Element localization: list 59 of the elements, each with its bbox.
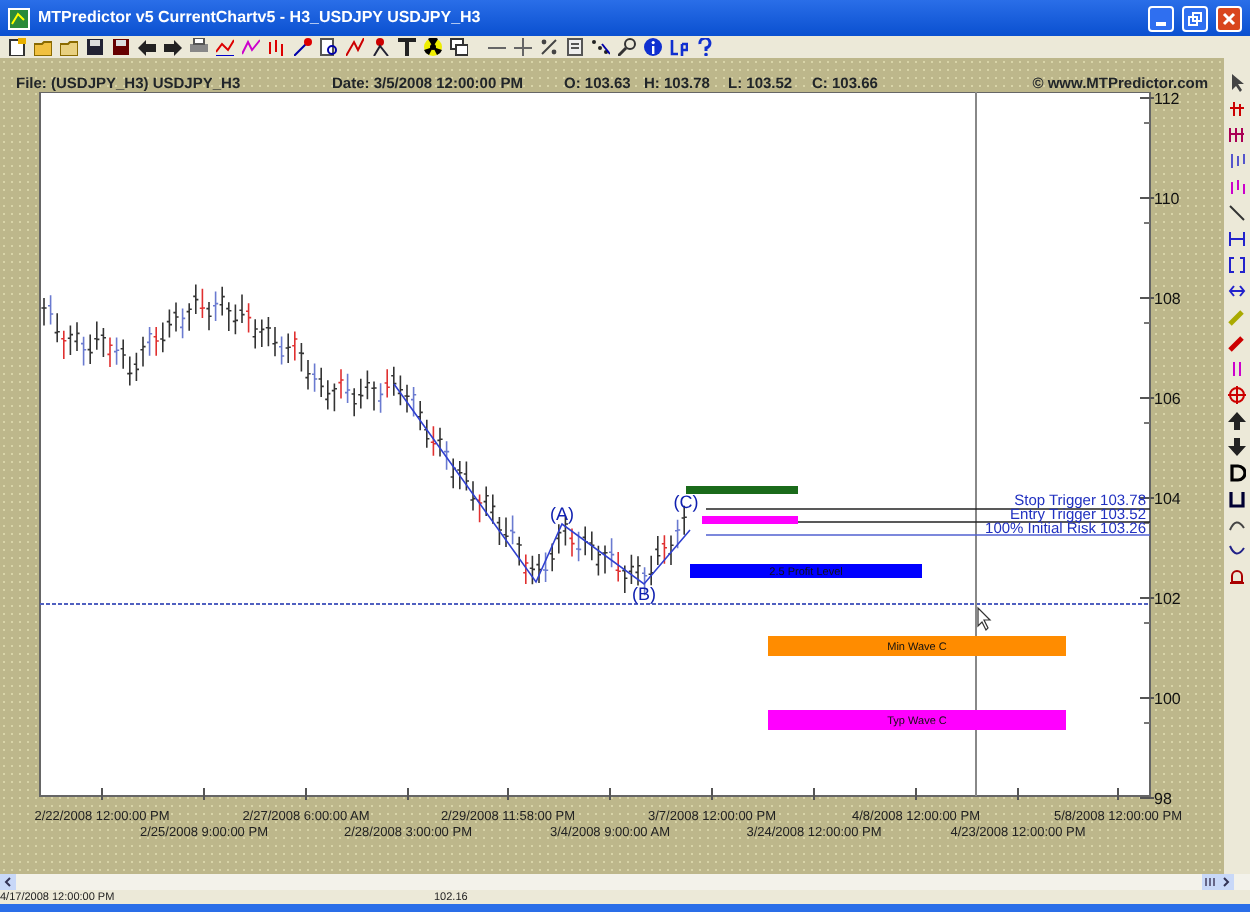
- crosshair-icon[interactable]: [1228, 386, 1246, 404]
- printer-icon[interactable]: [190, 38, 208, 56]
- bars-icon[interactable]: [1228, 178, 1246, 196]
- d-letter-icon[interactable]: [1228, 464, 1246, 482]
- close-icon: [1222, 11, 1236, 25]
- line-tool-icon[interactable]: [294, 38, 312, 56]
- arrow-up-icon[interactable]: [1228, 412, 1246, 430]
- minimize-button[interactable]: [1148, 5, 1174, 31]
- scroll-thumb[interactable]: [1202, 874, 1218, 890]
- mouse-pointer-icon: [977, 606, 992, 631]
- close-button[interactable]: [1216, 5, 1242, 31]
- axis-label: 100: [1154, 690, 1181, 708]
- wave-label: (B): [632, 584, 656, 604]
- cursor-icon[interactable]: [1228, 74, 1246, 92]
- scroll-left-button[interactable]: [0, 874, 16, 890]
- info-icon[interactable]: [644, 38, 662, 56]
- axis-label: 106: [1154, 390, 1181, 408]
- restore-button[interactable]: [1182, 5, 1208, 31]
- plus-icon[interactable]: [514, 38, 532, 56]
- trend-icon[interactable]: [346, 38, 364, 56]
- app-icon: [8, 7, 30, 29]
- bars-icon[interactable]: [1228, 152, 1246, 170]
- window-title: MTPredictor v5 CurrentChartv5 - H3_USDJPY USDJPY_H3: [38, 6, 481, 30]
- axis-label: 102: [1154, 590, 1181, 608]
- figure-icon[interactable]: [372, 38, 390, 56]
- chart-lines-icon[interactable]: [216, 38, 234, 56]
- axis-label: 108: [1154, 290, 1181, 308]
- scatter-icon[interactable]: [592, 38, 610, 56]
- wave-label: (C): [673, 492, 699, 512]
- axis-label: 98: [1154, 790, 1172, 808]
- grid-icon[interactable]: [1228, 126, 1246, 144]
- restore-icon: [1188, 11, 1202, 25]
- help-icon[interactable]: [696, 38, 714, 56]
- arrow-left-icon[interactable]: [138, 38, 156, 56]
- axis-label: 104: [1154, 490, 1181, 508]
- document-search-icon[interactable]: [320, 38, 338, 56]
- fraction-icon[interactable]: [540, 38, 558, 56]
- new-file-icon[interactable]: [8, 38, 26, 56]
- bracket-icon[interactable]: [1228, 256, 1246, 274]
- radiation-icon[interactable]: [424, 38, 442, 56]
- range-icon[interactable]: [1228, 230, 1246, 248]
- arrow-right-icon[interactable]: [164, 38, 182, 56]
- magnifier-icon[interactable]: [618, 38, 636, 56]
- bars-icon[interactable]: [268, 38, 286, 56]
- windows-icon[interactable]: [450, 38, 468, 56]
- arrow-down-icon[interactable]: [1228, 438, 1246, 456]
- wave-icon[interactable]: [242, 38, 260, 56]
- bell-icon[interactable]: [1228, 568, 1246, 586]
- arrows-icon[interactable]: [1228, 282, 1246, 300]
- document-icon[interactable]: [566, 38, 584, 56]
- line-tool-icon[interactable]: [1228, 204, 1246, 222]
- save-icon[interactable]: [86, 38, 104, 56]
- save-icon[interactable]: [112, 38, 130, 56]
- text-tool-icon[interactable]: [398, 38, 416, 56]
- u-bracket-icon[interactable]: [1228, 490, 1246, 508]
- scroll-right-button[interactable]: [1218, 874, 1234, 890]
- axis-label: 110: [1154, 190, 1180, 208]
- axis-label: 112: [1154, 92, 1180, 108]
- wave-label: (A): [550, 504, 574, 524]
